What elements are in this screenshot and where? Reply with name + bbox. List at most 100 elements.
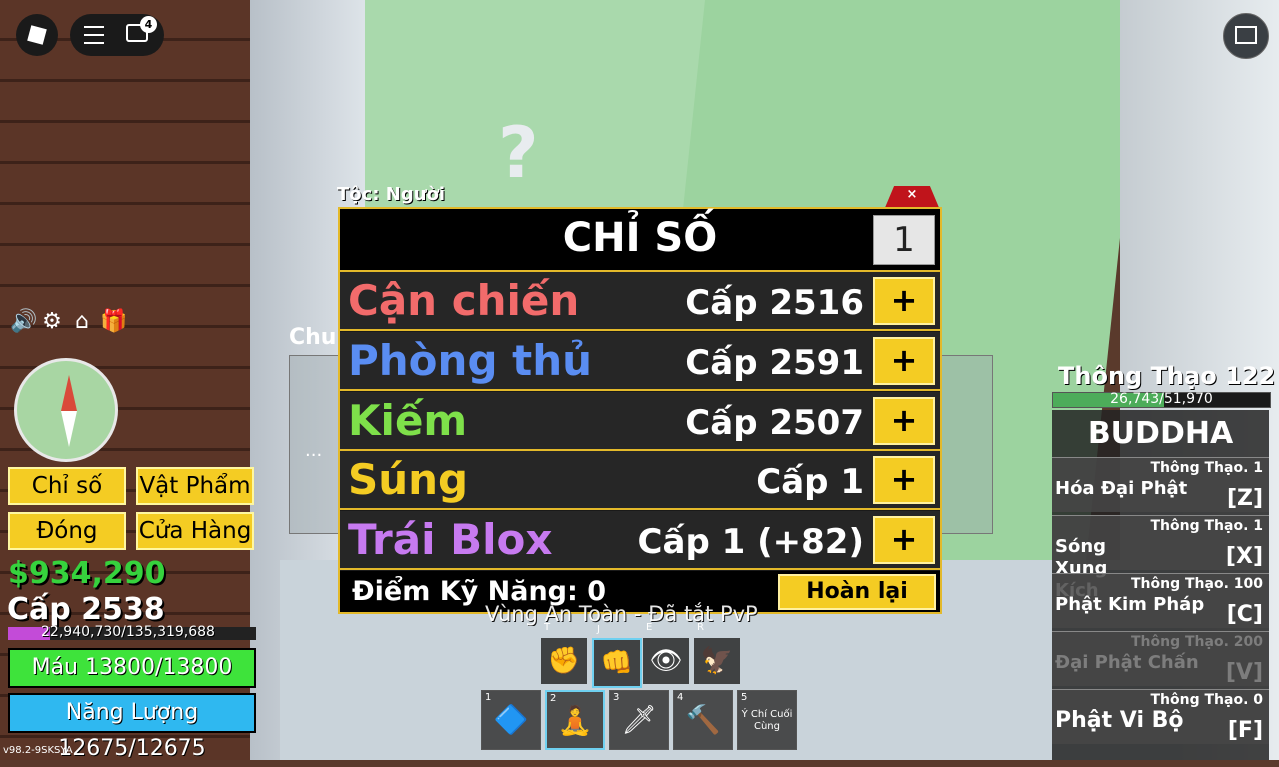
money: $934,290 bbox=[8, 556, 166, 591]
player-level: Cấp 2538 bbox=[7, 592, 165, 627]
eye-skill-slot[interactable]: E 👁 bbox=[643, 622, 689, 684]
points-quantity-input[interactable]: 1 bbox=[873, 215, 935, 265]
question-mark: ? bbox=[498, 112, 539, 194]
move-requirement: Thông Thạo. 100 bbox=[1131, 576, 1263, 592]
wing-skill-slot[interactable]: R 🦅 bbox=[694, 622, 740, 684]
stats-menu-button[interactable]: Chỉ số bbox=[8, 467, 126, 505]
health-text: Máu 13800/13800 bbox=[31, 655, 233, 680]
skill-key: J bbox=[597, 624, 600, 635]
safe-zone-label: Vùng An Toàn - Đã tắt PvP bbox=[485, 602, 758, 626]
stat-level: Cấp 2516 bbox=[685, 283, 864, 323]
race-label: Tộc: Người bbox=[337, 184, 446, 205]
stat-plus-button[interactable]: + bbox=[873, 516, 935, 565]
move-key: [X] bbox=[1225, 544, 1263, 569]
item-icon: 🔷 bbox=[493, 703, 529, 736]
npc-dots: ... bbox=[305, 440, 323, 461]
fruit-move[interactable]: Thông Thạo. 200 Đại Phật Chấn [V] bbox=[1052, 631, 1269, 686]
slot-number: 3 bbox=[613, 692, 620, 703]
skill-key: R bbox=[697, 622, 704, 633]
window-toggle-button[interactable] bbox=[1223, 13, 1269, 59]
stat-name: Cận chiến bbox=[348, 276, 580, 325]
home-icon[interactable]: ⌂ bbox=[70, 310, 94, 334]
eye-icon: 👁 bbox=[649, 646, 683, 676]
energy-bar: Năng Lượng 12675/12675 bbox=[8, 693, 256, 761]
stats-panel: CHỈ SỐ 1 Cận chiến Cấp 2516 + Phòng thủ C… bbox=[338, 207, 942, 614]
health-bar: Máu 13800/13800 bbox=[8, 648, 256, 688]
stats-title-bar: CHỈ SỐ 1 bbox=[340, 209, 940, 272]
slot-number: 2 bbox=[550, 693, 557, 704]
close-menu-button[interactable]: Đóng bbox=[8, 512, 126, 550]
move-requirement: Thông Thạo. 1 bbox=[1150, 460, 1263, 476]
stat-level: Cấp 1 bbox=[756, 462, 864, 503]
move-key: [Z] bbox=[1226, 486, 1263, 511]
item-icon: 🗡 bbox=[621, 703, 657, 736]
npc-label: Chu bbox=[289, 325, 337, 350]
stat-row: Phòng thủ Cấp 2591 + bbox=[340, 331, 940, 391]
chat-badge: 4 bbox=[140, 16, 157, 33]
mastery-title: Thông Thạo 122 bbox=[1058, 362, 1276, 390]
inventory-slot[interactable]: 4 🔨 bbox=[673, 690, 733, 750]
inventory-slot[interactable]: 1 🔷 bbox=[481, 690, 541, 750]
fruit-moves-panel: BUDDHA Thông Thạo. 1 Hóa Đại Phật [Z] Thô… bbox=[1052, 410, 1269, 760]
move-requirement: Thông Thạo. 1 bbox=[1150, 518, 1263, 534]
stat-plus-button[interactable]: + bbox=[873, 456, 935, 505]
fruit-move[interactable]: Thông Thạo. 100 Phật Kim Pháp [C] bbox=[1052, 573, 1269, 628]
fruit-move[interactable]: Thông Thạo. 1 Hóa Đại Phật [Z] bbox=[1052, 457, 1269, 512]
move-key: [F] bbox=[1227, 718, 1263, 743]
item-icon: 🧘 bbox=[557, 704, 593, 737]
mastery-progress: 26,743/51,970 bbox=[1110, 391, 1213, 407]
items-menu-button[interactable]: Vật Phẩm bbox=[136, 467, 254, 505]
fruit-move[interactable]: Thông Thạo. 1 Sóng Xung Kích [X] bbox=[1052, 515, 1269, 601]
fruit-name: BUDDHA bbox=[1087, 416, 1234, 451]
hamburger-icon[interactable] bbox=[84, 26, 104, 44]
stat-name: Trái Blox bbox=[348, 515, 553, 565]
stat-plus-button[interactable]: + bbox=[873, 336, 935, 385]
slot-number: 4 bbox=[677, 692, 684, 703]
compass bbox=[14, 358, 118, 462]
move-key: [V] bbox=[1225, 660, 1263, 685]
inventory-slot[interactable]: 2 🧘 bbox=[545, 690, 605, 750]
move-requirement: Thông Thạo. 0 bbox=[1150, 692, 1263, 708]
compass-needle-south bbox=[61, 411, 77, 447]
stat-level: Cấp 1 (+82) bbox=[637, 522, 864, 563]
stat-level: Cấp 2507 bbox=[685, 402, 864, 443]
fist-icon: ✊ bbox=[547, 646, 581, 676]
fist-skill-slot[interactable]: T ✊ bbox=[541, 622, 587, 684]
inventory-slot[interactable]: 3 🗡 bbox=[609, 690, 669, 750]
reset-button[interactable]: Hoàn lại bbox=[778, 574, 936, 610]
speaker-icon[interactable]: 🔊 bbox=[10, 310, 37, 334]
punch-skill-slot[interactable]: J 👊 bbox=[592, 624, 642, 688]
stat-name: Súng bbox=[348, 455, 469, 505]
stat-name: Kiếm bbox=[348, 395, 468, 445]
gift-icon[interactable]: 🎁 bbox=[100, 310, 127, 334]
wing-icon: 🦅 bbox=[700, 646, 734, 676]
move-key: [C] bbox=[1226, 602, 1263, 627]
energy-text: Năng Lượng 12675/12675 bbox=[58, 700, 206, 761]
slot-number: 5 bbox=[741, 692, 748, 703]
move-name: Hóa Đại Phật bbox=[1055, 478, 1188, 499]
inventory-slot[interactable]: 5 Ý Chí Cuối Cùng bbox=[737, 690, 797, 750]
stat-level: Cấp 2591 bbox=[685, 342, 864, 383]
stat-row: Cận chiến Cấp 2516 + bbox=[340, 272, 940, 331]
move-name: Đại Phật Chấn bbox=[1055, 652, 1199, 673]
skill-key: T bbox=[544, 622, 551, 633]
stat-plus-button[interactable]: + bbox=[873, 277, 935, 325]
item-icon: 🔨 bbox=[685, 703, 721, 736]
shop-menu-button[interactable]: Cửa Hàng bbox=[136, 512, 254, 550]
mastery-bar: 26,743/51,970 bbox=[1052, 391, 1271, 408]
gear-icon[interactable]: ⚙ bbox=[40, 310, 64, 334]
stat-name: Phòng thủ bbox=[348, 335, 593, 385]
stat-row: Trái Blox Cấp 1 (+82) + bbox=[340, 511, 940, 571]
punch-icon: 👊 bbox=[600, 648, 634, 678]
move-requirement: Thông Thạo. 200 bbox=[1131, 634, 1263, 650]
quick-icons: 🔊 ⚙ ⌂ 🎁 bbox=[10, 310, 127, 334]
xp-bar: 22,940,730/135,319,688 bbox=[8, 624, 256, 640]
move-name: Phật Vi Bộ bbox=[1055, 708, 1184, 733]
move-name: Phật Kim Pháp bbox=[1055, 594, 1205, 615]
stats-title: CHỈ SỐ bbox=[562, 215, 718, 261]
slot-number: 1 bbox=[485, 692, 492, 703]
fruit-move[interactable]: Thông Thạo. 0 Phật Vi Bộ [F] bbox=[1052, 689, 1269, 744]
roblox-logo-icon bbox=[27, 25, 47, 45]
stat-plus-button[interactable]: + bbox=[873, 396, 935, 445]
roblox-menu-button[interactable] bbox=[16, 14, 58, 56]
